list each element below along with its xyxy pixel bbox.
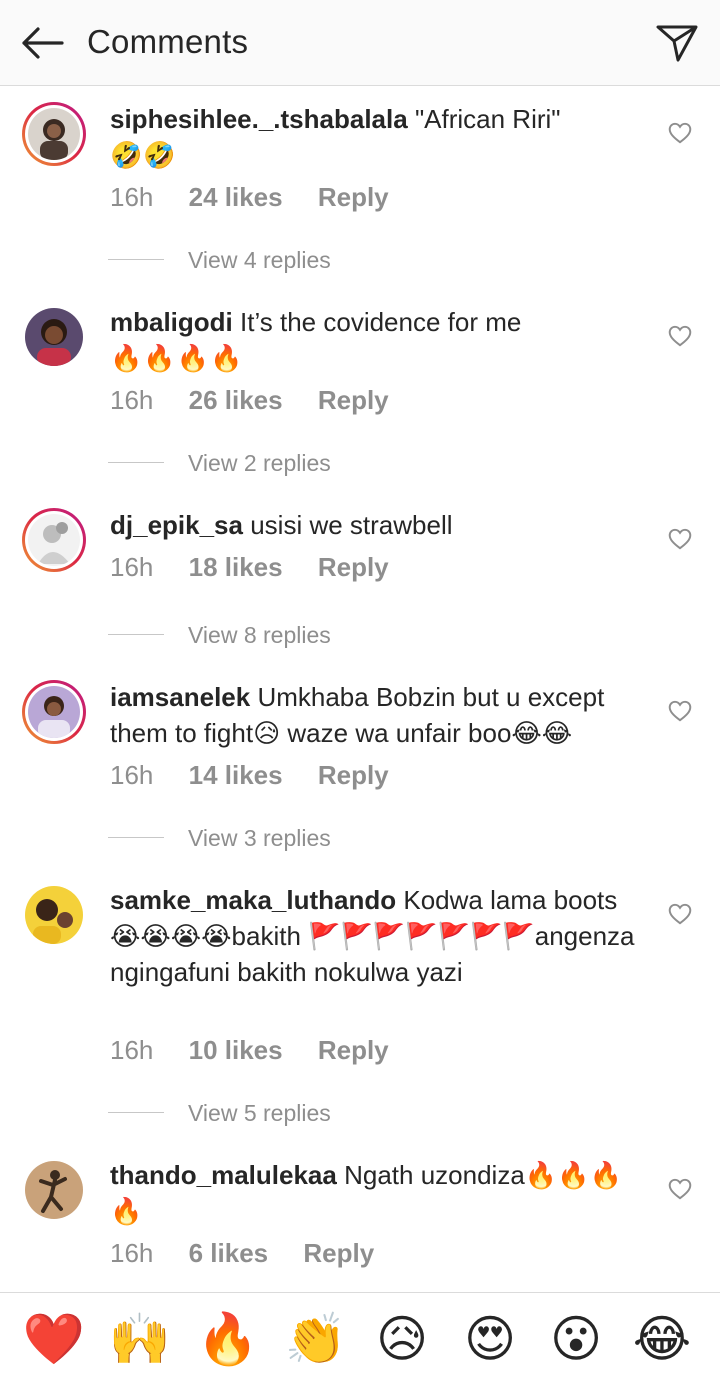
divider-line — [108, 259, 164, 260]
comment-time: 16h — [110, 385, 154, 415]
user-photo — [28, 686, 80, 738]
tears-of-joy-emoji-icon[interactable]: 😂 — [630, 1307, 694, 1371]
comment-meta: 16h 6 likes Reply — [110, 1236, 402, 1270]
comment-text: It’s the covidence for me — [240, 307, 522, 337]
heart-eyes-emoji-icon[interactable]: 😍 — [458, 1307, 522, 1371]
comment-text: usisi we strawbell — [250, 510, 453, 540]
reply-button[interactable]: Reply — [318, 760, 389, 790]
reply-button[interactable]: Reply — [318, 385, 389, 415]
divider-line — [108, 1112, 164, 1113]
comment-username[interactable]: iamsanelek — [110, 682, 250, 712]
view-replies-label: View 3 replies — [188, 825, 331, 851]
clapping-hands-emoji-icon[interactable]: 👏 — [284, 1307, 348, 1371]
view-replies-button[interactable]: View 5 replies — [108, 1095, 508, 1131]
like-heart-icon[interactable] — [667, 120, 693, 146]
comment-time: 16h — [110, 1238, 154, 1268]
comment-emojis: 🔥🔥🔥🔥 — [110, 343, 244, 373]
reply-button[interactable]: Reply — [318, 1035, 389, 1065]
view-replies-label: View 4 replies — [188, 247, 331, 273]
reply-button[interactable]: Reply — [303, 1238, 374, 1268]
user-photo — [28, 108, 80, 160]
comment-time: 16h — [110, 552, 154, 582]
quick-reaction-bar: ❤️ 🙌 🔥 👏 😥 😍 😮 😂 — [0, 1292, 720, 1382]
like-heart-icon[interactable] — [667, 698, 693, 724]
view-replies-label: View 2 replies — [188, 450, 331, 476]
comment-meta: 16h 26 likes Reply — [110, 383, 417, 417]
comment-meta: 16h 24 likes Reply — [110, 180, 417, 214]
reply-button[interactable]: Reply — [318, 552, 389, 582]
comment-body: iamsanelek Umkhaba Bobzin but u except t… — [110, 679, 640, 751]
avatar[interactable] — [22, 1158, 86, 1222]
like-heart-icon[interactable] — [667, 1176, 693, 1202]
comment-meta: 16h 18 likes Reply — [110, 550, 417, 584]
user-photo — [28, 514, 80, 566]
view-replies-button[interactable]: View 2 replies — [108, 445, 508, 481]
view-replies-label: View 5 replies — [188, 1100, 331, 1126]
comment-likes[interactable]: 24 likes — [189, 182, 283, 212]
comment-username[interactable]: thando_malulekaa — [110, 1160, 337, 1190]
like-heart-icon[interactable] — [667, 526, 693, 552]
surprised-face-emoji-icon[interactable]: 😮 — [544, 1307, 608, 1371]
comment-username[interactable]: samke_maka_luthando — [110, 885, 396, 915]
reply-button[interactable]: Reply — [318, 182, 389, 212]
divider-line — [108, 634, 164, 635]
sad-face-emoji-icon[interactable]: 😥 — [370, 1307, 434, 1371]
comment-likes[interactable]: 18 likes — [189, 552, 283, 582]
back-arrow-icon[interactable] — [18, 22, 66, 64]
comment-likes[interactable]: 14 likes — [189, 760, 283, 790]
avatar[interactable] — [22, 305, 86, 369]
comment-time: 16h — [110, 1035, 154, 1065]
comment-likes[interactable]: 6 likes — [189, 1238, 269, 1268]
like-heart-icon[interactable] — [667, 901, 693, 927]
send-direct-icon[interactable] — [654, 20, 700, 66]
user-photo — [25, 886, 83, 944]
comment-likes[interactable]: 10 likes — [189, 1035, 283, 1065]
comment-body: mbaligodi It’s the covidence for me 🔥🔥🔥🔥 — [110, 304, 640, 376]
header-bar: Comments — [0, 0, 720, 86]
comment-meta: 16h 14 likes Reply — [110, 758, 417, 792]
comment-text: "African Riri" — [414, 104, 561, 134]
red-heart-emoji-icon[interactable]: ❤️ — [22, 1307, 86, 1371]
view-replies-button[interactable]: View 4 replies — [108, 242, 508, 278]
comment-emojis: 🤣🤣 — [110, 140, 177, 170]
divider-line — [108, 462, 164, 463]
comment-body: thando_malulekaa Ngath uzondiza🔥🔥🔥🔥 — [110, 1157, 640, 1229]
page-title: Comments — [87, 23, 249, 60]
user-photo — [25, 308, 83, 366]
comment-meta: 16h 10 likes Reply — [110, 1033, 417, 1067]
comment-body: siphesihlee._.tshabalala "African Riri" … — [110, 101, 640, 173]
avatar[interactable] — [22, 680, 86, 744]
view-replies-label: View 8 replies — [188, 622, 331, 648]
view-replies-button[interactable]: View 8 replies — [108, 617, 508, 653]
user-photo — [25, 1161, 83, 1219]
comment-username[interactable]: siphesihlee._.tshabalala — [110, 104, 408, 134]
comment-username[interactable]: mbaligodi — [110, 307, 233, 337]
avatar[interactable] — [22, 883, 86, 947]
fire-emoji-icon[interactable]: 🔥 — [196, 1307, 260, 1371]
avatar[interactable] — [22, 508, 86, 572]
avatar[interactable] — [22, 102, 86, 166]
comment-time: 16h — [110, 182, 154, 212]
comment-time: 16h — [110, 760, 154, 790]
raising-hands-emoji-icon[interactable]: 🙌 — [108, 1307, 172, 1371]
comment-body: samke_maka_luthando Kodwa lama boots😭😭😭😭… — [110, 882, 640, 990]
divider-line — [108, 837, 164, 838]
like-heart-icon[interactable] — [667, 323, 693, 349]
comment-likes[interactable]: 26 likes — [189, 385, 283, 415]
view-replies-button[interactable]: View 3 replies — [108, 820, 508, 856]
comment-username[interactable]: dj_epik_sa — [110, 510, 243, 540]
comment-body: dj_epik_sa usisi we strawbell — [110, 507, 640, 543]
